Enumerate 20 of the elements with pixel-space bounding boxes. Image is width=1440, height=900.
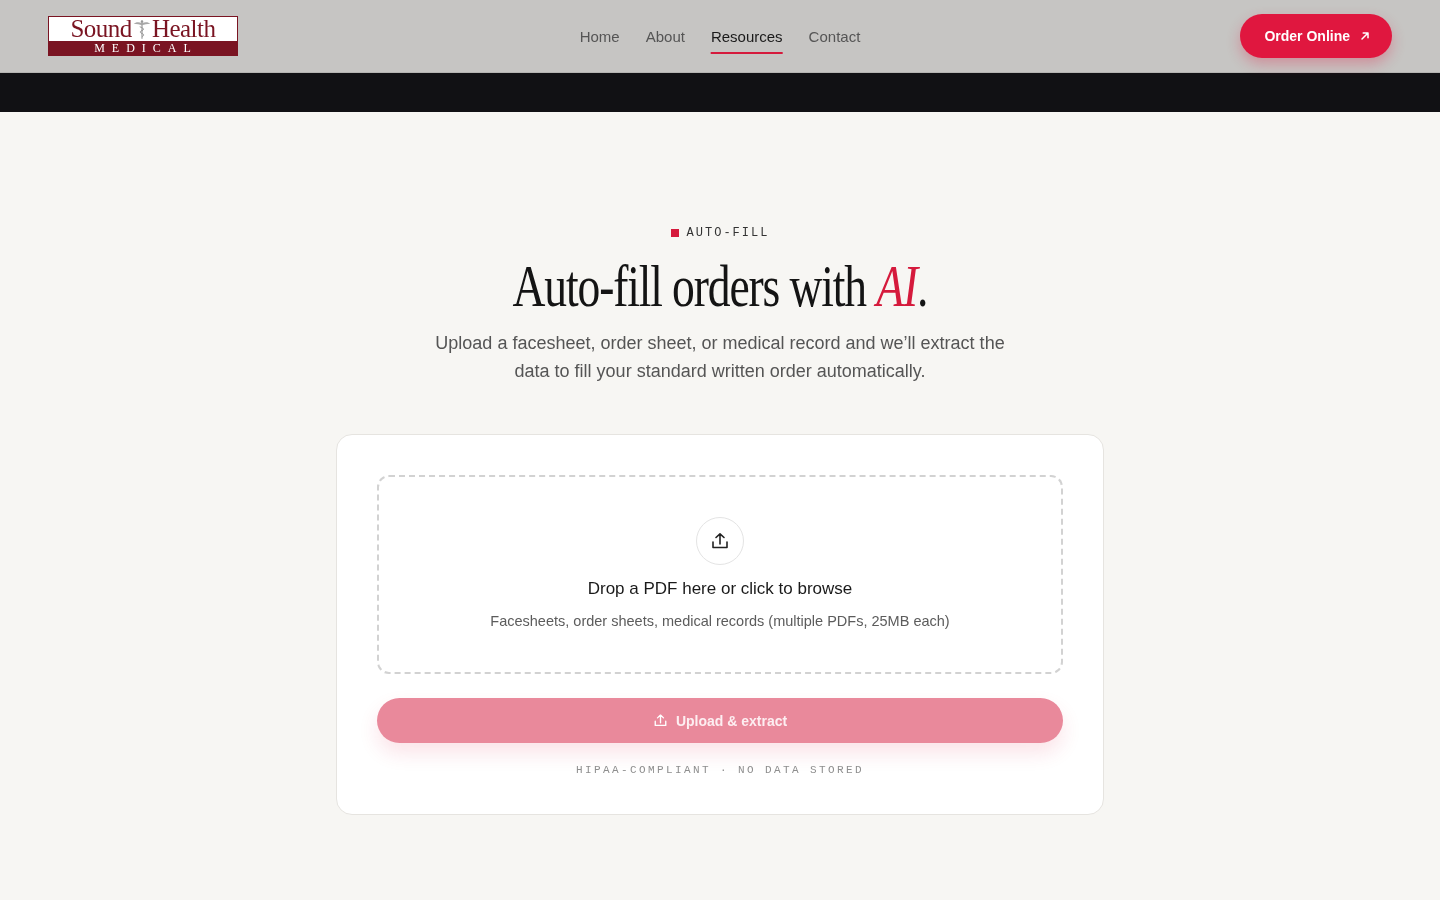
caduceus-icon [132,19,151,39]
logo-wordmark: Sound [70,18,132,40]
drop-zone-hint: Facesheets, order sheets, medical records (multiple PDFs, 25MB each) [490,612,950,631]
nav-link[interactable]: Resources [710,19,783,54]
compliance-note: HIPAA-COMPLIANT · NO DATA STORED [574,764,865,776]
file-drop-zone[interactable]: Drop a PDF here or click to browse Facesheets, order sheets, medical records (multiple PDFs, 25MB each) [377,475,1063,674]
nav-link[interactable]: Home [579,19,620,54]
section-label: AUTO-FILL [686,226,770,240]
logo-band: MEDICAL [49,41,237,55]
square-marker-icon [670,229,679,237]
drop-zone-title: Drop a PDF here or click to browse [587,578,853,600]
nav-link[interactable]: Contact [808,19,861,54]
page-title: Auto-fill orders with AI. [512,253,928,319]
upload-icon [652,713,668,728]
logo[interactable]: Sound Health MEDICAL [48,16,238,56]
arrow-up-right-icon [1360,31,1370,41]
logo-wordmark: Health [151,18,216,40]
order-online-button[interactable]: Order Online [1240,14,1392,58]
nav-link[interactable]: About [645,19,685,54]
page-subtitle: Upload a facesheet, order sheet, or medical record and we’ll extract the data to fill your standard written order automatically. [434,332,1006,383]
